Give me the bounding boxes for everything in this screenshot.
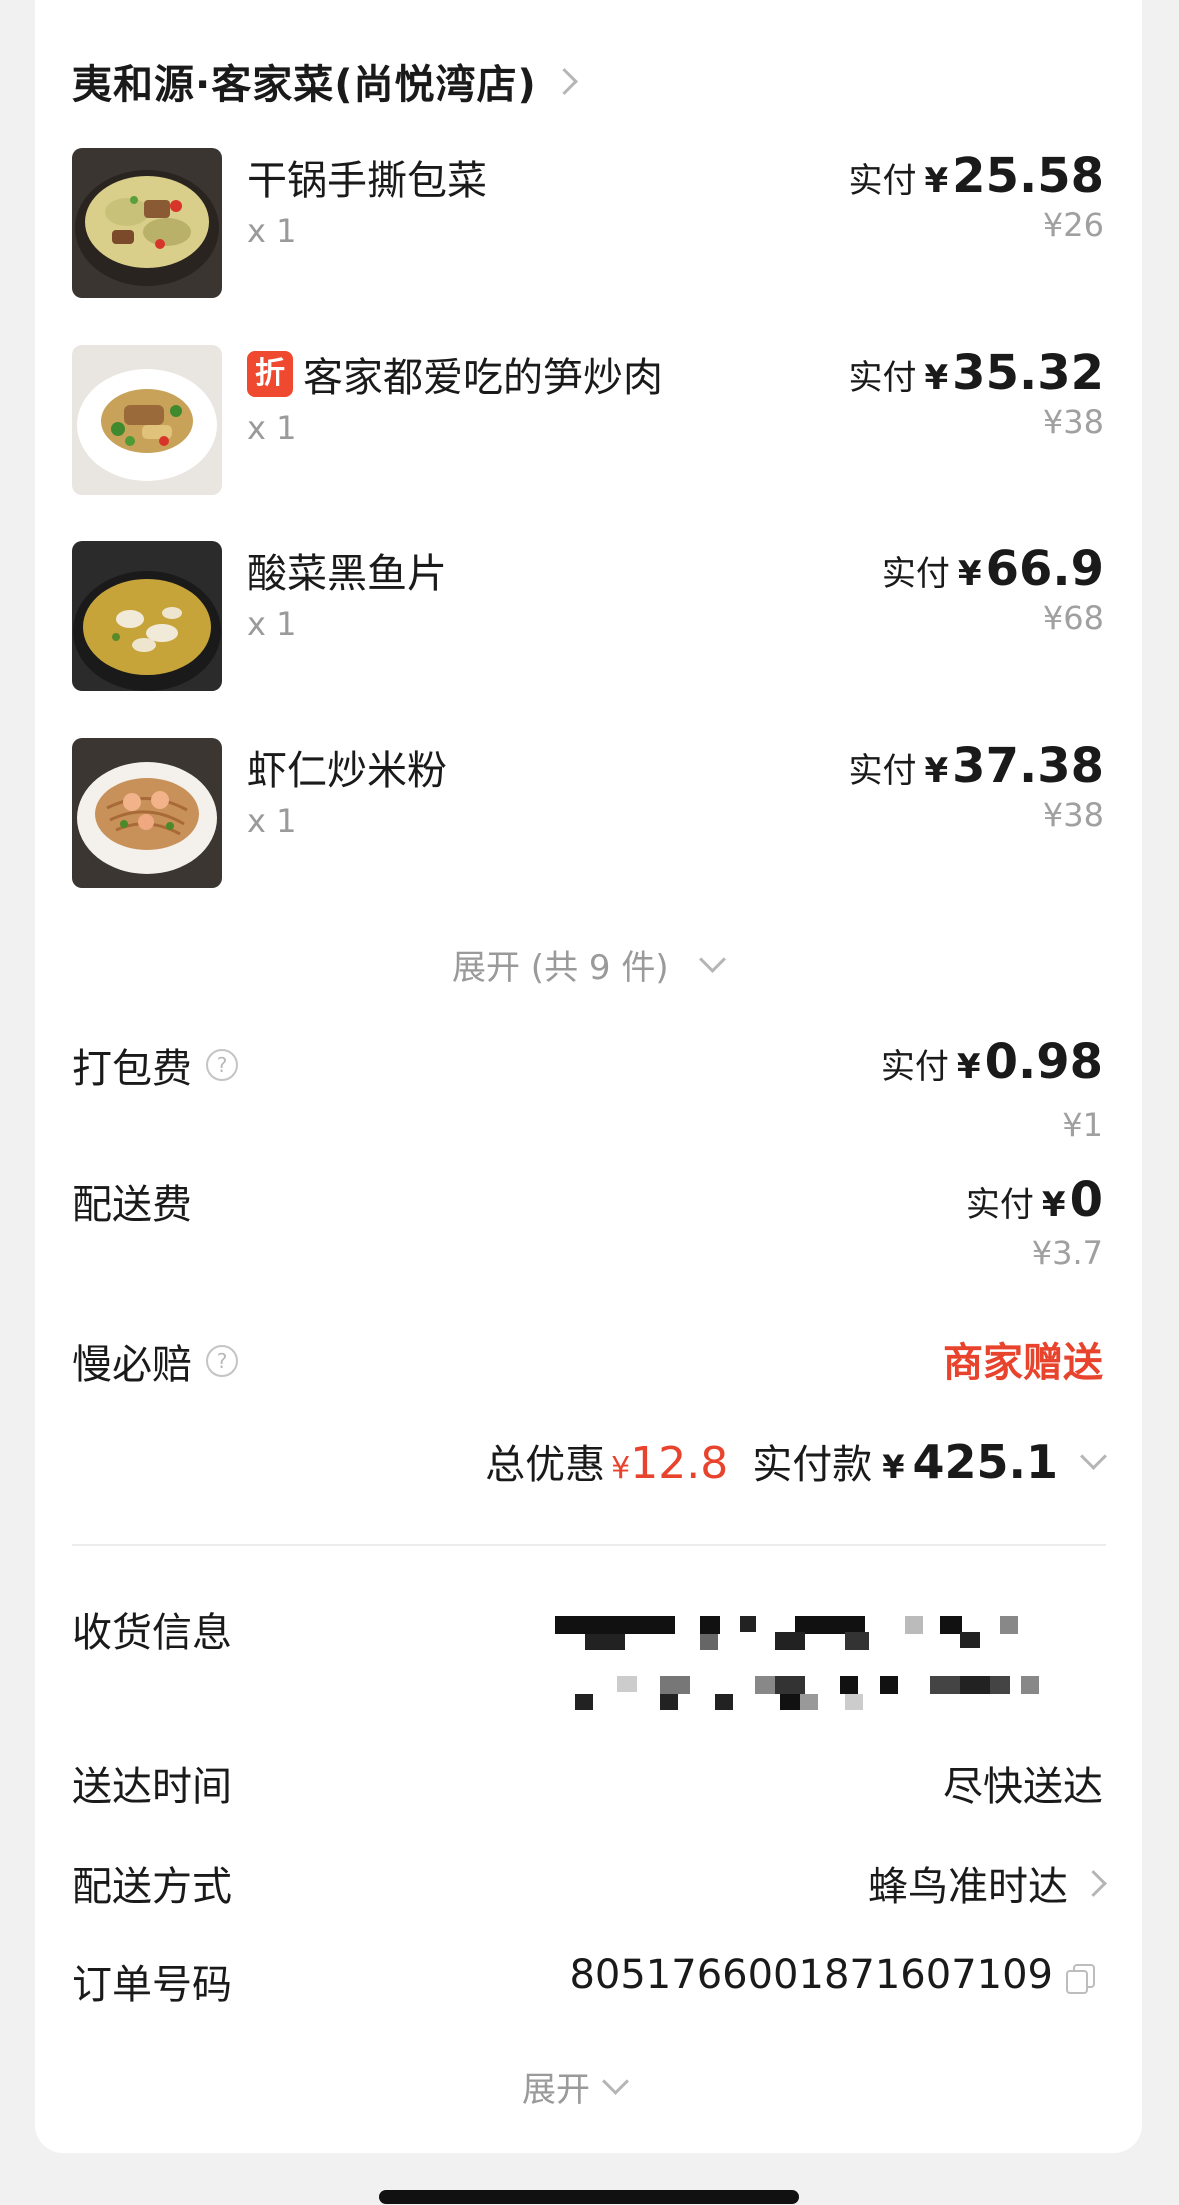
currency-symbol: ¥: [1041, 1185, 1066, 1225]
packing-fee-paid: 实付 ¥ 0.98: [881, 1034, 1103, 1090]
expand-items-button[interactable]: 展开 (共 9 件): [452, 940, 726, 989]
late-compensation-label: 慢必赔: [72, 1342, 192, 1388]
paid-label: 实付: [848, 751, 917, 791]
store-name: 夷和源·客家菜(尚悦湾店): [72, 62, 537, 108]
order-item[interactable]: 折 客家都爱吃的笋炒肉 x 1 实付 ¥ 35.32 ¥38: [72, 345, 1104, 495]
redacted-address: [555, 1616, 1039, 1710]
total-discount-label: 总优惠: [485, 1442, 606, 1488]
item-name-with-tag: 折 客家都爱吃的笋炒肉: [247, 345, 663, 403]
item-quantity: x 1: [247, 212, 297, 250]
copy-icon[interactable]: [1066, 1964, 1095, 1994]
help-circle-icon[interactable]: ?: [206, 1049, 238, 1081]
delivery-time-label: 送达时间: [72, 1764, 232, 1810]
address-label: 收货信息: [72, 1610, 232, 1656]
paid-amount: 25.58: [952, 148, 1104, 204]
delivery-fee-row: 配送费: [72, 1172, 192, 1230]
total-paid-value: 425.1: [912, 1435, 1058, 1489]
dish-image-fish: [72, 541, 222, 691]
dish-image-cabbage: [72, 148, 222, 298]
order-item[interactable]: 干锅手撕包菜 x 1 实付 ¥ 25.58 ¥26: [72, 148, 1104, 298]
discount-currency: ¥: [611, 1451, 631, 1486]
delivery-method-value: 蜂鸟准时达: [868, 1864, 1068, 1910]
currency-symbol: ¥: [924, 161, 949, 201]
chevron-right-icon: [550, 67, 578, 95]
delivery-fee-paid: 实付 ¥ 0: [966, 1172, 1103, 1228]
paid-label: 实付: [848, 161, 917, 201]
item-original-price: ¥38: [1042, 796, 1104, 834]
chevron-down-icon: [602, 2068, 629, 2095]
order-item[interactable]: 虾仁炒米粉 x 1 实付 ¥ 37.38 ¥38: [72, 738, 1104, 888]
chevron-right-icon: [1080, 1869, 1107, 1897]
item-quantity: x 1: [247, 409, 297, 447]
order-item[interactable]: 酸菜黑鱼片 x 1 实付 ¥ 66.9 ¥68: [72, 541, 1104, 691]
order-total-summary[interactable]: 总优惠 ¥ 12.8 实付款 ¥ 425.1: [485, 1432, 1107, 1490]
currency-symbol: ¥: [924, 751, 949, 791]
delivery-fee-original: ¥3.7: [1031, 1234, 1103, 1272]
paid-amount: 66.9: [985, 541, 1104, 597]
chevron-down-icon: [1080, 1443, 1107, 1470]
dish-image-bamboo-pork: [72, 345, 222, 495]
total-currency: ¥: [882, 1448, 905, 1486]
help-circle-icon[interactable]: ?: [206, 1345, 238, 1377]
section-divider: [72, 1544, 1106, 1546]
item-original-price: ¥26: [1042, 206, 1104, 244]
paid-amount: 0: [1069, 1172, 1103, 1228]
item-name: 虾仁炒米粉: [247, 748, 447, 794]
delivery-fee-label: 配送费: [72, 1182, 192, 1228]
expand-items-label: 展开 (共 9 件): [452, 948, 669, 988]
dish-image-noodles: [72, 738, 222, 888]
order-number-label: 订单号码: [72, 1962, 232, 2008]
delivery-method-link[interactable]: 蜂鸟准时达: [868, 1854, 1107, 1912]
item-paid-price: 实付 ¥ 37.38: [849, 738, 1105, 794]
delivery-method-label: 配送方式: [72, 1864, 232, 1910]
late-compensation-row: 慢必赔 ?: [72, 1332, 238, 1390]
paid-amount: 35.32: [952, 345, 1104, 401]
expand-more-label: 展开: [522, 2070, 590, 2110]
store-name-link[interactable]: 夷和源·客家菜(尚悦湾店): [72, 52, 578, 110]
item-paid-price: 实付 ¥ 35.32: [849, 345, 1105, 401]
total-discount-value: 12.8: [630, 1438, 729, 1489]
total-paid-label: 实付款: [752, 1442, 873, 1488]
item-name: 客家都爱吃的笋炒肉: [303, 355, 663, 401]
delivery-time-value: 尽快送达: [943, 1764, 1103, 1810]
paid-label: 实付: [881, 554, 950, 594]
paid-label: 实付: [880, 1047, 949, 1087]
item-paid-price: 实付 ¥ 25.58: [849, 148, 1105, 204]
packing-fee-label: 打包费: [72, 1046, 192, 1092]
home-indicator[interactable]: [379, 2190, 799, 2204]
merchant-gift-value: 商家赠送: [943, 1340, 1103, 1386]
expand-more-button[interactable]: 展开: [522, 2062, 629, 2111]
packing-fee-original: ¥1: [1062, 1106, 1103, 1144]
paid-label: 实付: [848, 358, 917, 398]
discount-tag: 折: [247, 351, 293, 397]
currency-symbol: ¥: [956, 1047, 981, 1087]
item-quantity: x 1: [247, 605, 297, 643]
item-name: 酸菜黑鱼片: [247, 551, 447, 597]
packing-fee-row: 打包费 ?: [72, 1036, 238, 1094]
item-quantity: x 1: [247, 802, 297, 840]
item-paid-price: 实付 ¥ 66.9: [882, 541, 1104, 597]
item-original-price: ¥68: [1042, 599, 1104, 637]
chevron-down-icon: [698, 946, 726, 973]
item-original-price: ¥38: [1042, 403, 1104, 441]
paid-amount: 37.38: [952, 738, 1104, 794]
currency-symbol: ¥: [924, 358, 949, 398]
item-name: 干锅手撕包菜: [247, 158, 487, 204]
currency-symbol: ¥: [957, 554, 982, 594]
paid-label: 实付: [965, 1185, 1034, 1225]
paid-amount: 0.98: [984, 1034, 1103, 1090]
order-number-value: 8051766001871607109: [569, 1952, 1053, 1998]
